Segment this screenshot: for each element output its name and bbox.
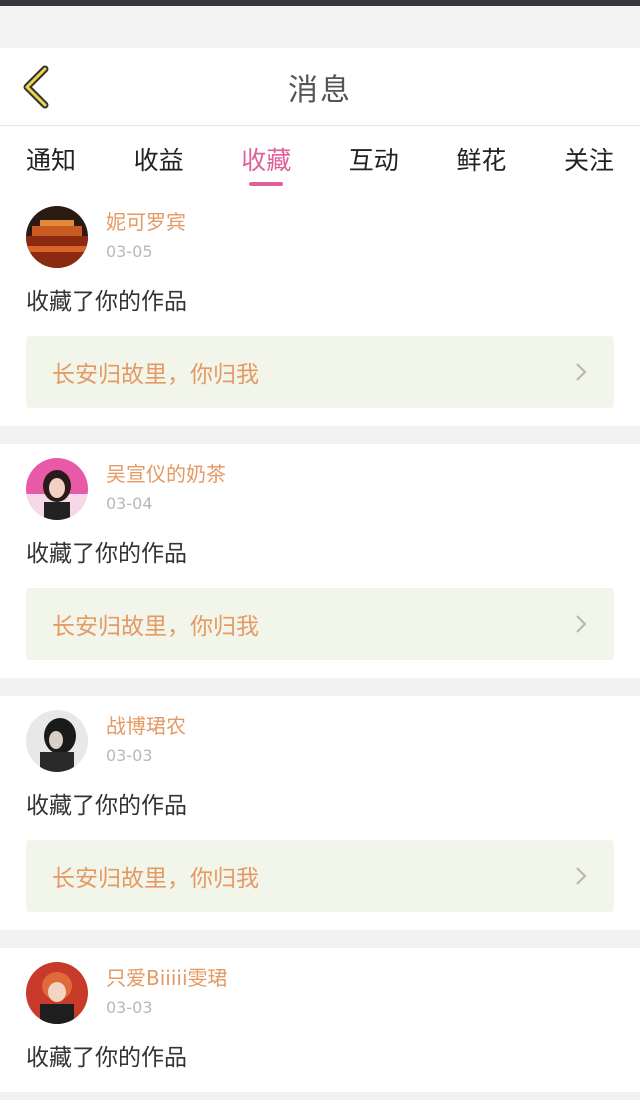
- favorite-card: 妮可罗宾 03-05 收藏了你的作品 长安归故里，你归我: [0, 192, 640, 426]
- username[interactable]: 只爱Biiiii雯珺: [106, 964, 228, 992]
- avatar[interactable]: [26, 710, 88, 772]
- chevron-left-icon: [23, 65, 49, 109]
- work-link[interactable]: 长安归故里，你归我: [26, 840, 614, 912]
- back-button[interactable]: [14, 64, 58, 110]
- avatar[interactable]: [26, 206, 88, 268]
- user-meta: 吴宣仪的奶茶 03-04: [106, 458, 226, 518]
- username[interactable]: 战博珺农: [106, 712, 186, 740]
- chevron-right-icon: [576, 615, 587, 633]
- user-row: 吴宣仪的奶茶 03-04: [26, 458, 614, 524]
- tab-bar: 通知 收益 收藏 互动 鲜花 关注: [0, 126, 640, 192]
- nav-header: 消息: [0, 48, 640, 126]
- tab-notifications[interactable]: 通知: [24, 126, 78, 192]
- status-strip: [0, 6, 640, 48]
- work-title: 长安归故里，你归我: [52, 362, 259, 388]
- tab-earnings[interactable]: 收益: [132, 126, 186, 192]
- user-row: 妮可罗宾 03-05: [26, 206, 614, 272]
- chevron-right-icon: [576, 867, 587, 885]
- action-text: 收藏了你的作品: [26, 289, 187, 315]
- action-text: 收藏了你的作品: [26, 1045, 187, 1071]
- date: 03-05: [106, 242, 153, 261]
- user-row: 战博珺农 03-03: [26, 710, 614, 776]
- date: 03-03: [106, 998, 153, 1017]
- user-meta: 只爱Biiiii雯珺 03-03: [106, 962, 228, 1022]
- user-meta: 妮可罗宾 03-05: [106, 206, 186, 266]
- date: 03-04: [106, 494, 153, 513]
- work-title: 长安归故里，你归我: [52, 866, 259, 892]
- tab-flowers[interactable]: 鲜花: [454, 126, 508, 192]
- work-link[interactable]: 长安归故里，你归我: [26, 336, 614, 408]
- username[interactable]: 吴宣仪的奶茶: [106, 460, 226, 488]
- favorite-card: 只爱Biiiii雯珺 03-03 收藏了你的作品: [0, 948, 640, 1092]
- favorite-card: 战博珺农 03-03 收藏了你的作品 长安归故里，你归我: [0, 696, 640, 930]
- tab-interactions[interactable]: 互动: [347, 126, 401, 192]
- work-title: 长安归故里，你归我: [52, 614, 259, 640]
- chevron-right-icon: [576, 363, 587, 381]
- page-title: 消息: [288, 72, 352, 108]
- action-text: 收藏了你的作品: [26, 541, 187, 567]
- username[interactable]: 妮可罗宾: [106, 208, 186, 236]
- tab-following[interactable]: 关注: [562, 126, 616, 192]
- avatar[interactable]: [26, 962, 88, 1024]
- work-link[interactable]: 长安归故里，你归我: [26, 588, 614, 660]
- action-text: 收藏了你的作品: [26, 793, 187, 819]
- date: 03-03: [106, 746, 153, 765]
- tab-favorites[interactable]: 收藏: [239, 126, 293, 192]
- avatar[interactable]: [26, 458, 88, 520]
- user-meta: 战博珺农 03-03: [106, 710, 186, 770]
- user-row: 只爱Biiiii雯珺 03-03: [26, 962, 614, 1028]
- favorite-card: 吴宣仪的奶茶 03-04 收藏了你的作品 长安归故里，你归我: [0, 444, 640, 678]
